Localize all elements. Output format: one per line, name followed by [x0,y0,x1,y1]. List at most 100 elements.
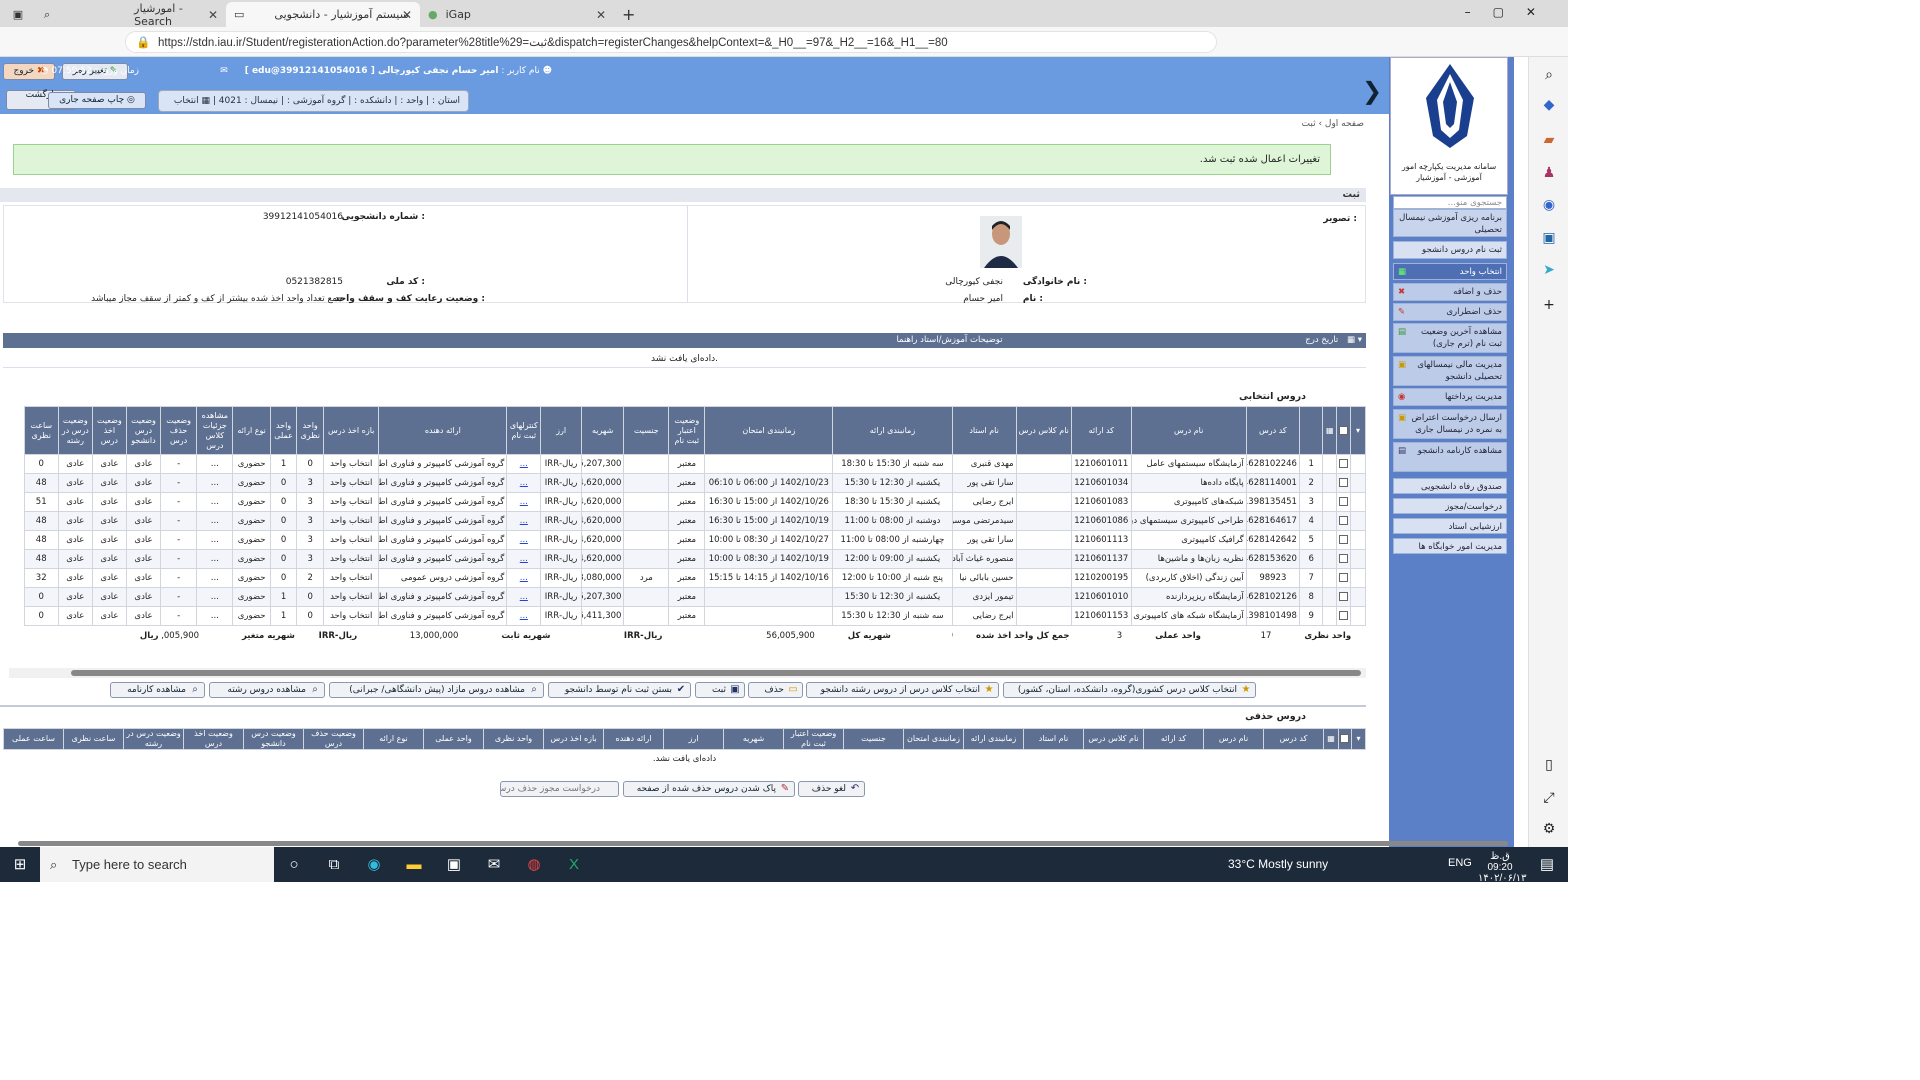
row-checkbox[interactable] [1336,606,1352,626]
mail-icon[interactable]: ✉ [482,853,506,877]
row-checkbox[interactable] [1336,511,1352,531]
column-header[interactable]: نام استاد [951,406,1017,455]
office-icon[interactable]: ◉ [1539,197,1559,217]
column-header[interactable]: وضعیت درس دانشجو [243,728,304,750]
column-header[interactable]: نام کلاس درس [1015,406,1072,455]
settings-icon[interactable]: ⚙ [1539,821,1559,841]
close-icon[interactable]: ✕ [596,8,606,22]
row-checkbox[interactable] [1336,549,1352,569]
dropdown-icon[interactable]: ▾ [1358,335,1362,345]
select-national-class-button[interactable]: ★ انتخاب کلاس درس کشوری(گروه، دانشکده، اس… [1003,682,1256,698]
table-row[interactable]: 7 98923 آیین زندگی (اخلاق کاربردی) 12102001… [9,568,1366,588]
column-header[interactable]: زمانبندی ارائه [832,406,953,455]
menu-search-input[interactable]: جستجوی منو... [1393,196,1507,209]
tag-icon[interactable]: ◆ [1539,97,1559,117]
column-header[interactable]: ارز [540,406,582,455]
column-header[interactable]: وضعیت اعتبار ثبت نام [783,728,844,750]
column-header[interactable]: بازه اخذ درس [543,728,604,750]
header-columns-icon[interactable]: ▦ [1323,728,1339,750]
tab-actions-icon[interactable]: ▣ [0,2,36,27]
store-icon[interactable]: ▣ [442,853,466,877]
clear-deleted-button[interactable]: ✎ پاک شدن دروس حذف شده از صفحه [623,781,795,797]
column-header[interactable]: کد ارائه [1143,728,1204,750]
header-dropdown[interactable]: ▾ [1351,728,1366,750]
column-header[interactable]: زمانبندی امتحان [903,728,964,750]
sidebar-item-select-units[interactable]: ▦ انتخاب واحد [1393,263,1507,280]
select-icon[interactable]: ▦ [202,96,211,106]
column-header[interactable]: واحد نظری [483,728,544,750]
page-scrollbar[interactable] [18,841,1508,846]
column-header[interactable]: وضعیت اخذ درس [183,728,244,750]
row-checkbox[interactable] [1336,454,1352,474]
column-header[interactable]: کد درس [1245,406,1300,455]
table-row[interactable]: 9 1398101498 آزمایشگاه شبکه های کامپیوتری 1… [9,606,1366,626]
sidebar-item-finance[interactable]: ▣ مدیریت مالی نیمسالهای تحصیلی دانشجو [1393,356,1507,386]
view-extra-courses-button[interactable]: ⌕ مشاهده دروس مازاد (پیش دانشگاهی/ جبرانی… [329,682,544,698]
table-cell[interactable]: ... [506,492,542,512]
search-icon[interactable]: ⌕ [1539,67,1559,87]
column-header[interactable]: ارائه دهنده [378,406,508,455]
tab-igap[interactable]: ● iGap ✕ [420,2,614,27]
sidebar-item-planning[interactable]: برنامه ریزی آموزشی نیمسال تحصیلی [1393,209,1507,237]
chevron-right-icon[interactable]: ❯ [1362,77,1382,105]
external-icon[interactable]: ⤢ [1539,790,1559,810]
sidebar-item-payments[interactable]: ◉ مدیریت پرداختها [1393,388,1507,406]
column-header[interactable]: زمانبندی ارائه [963,728,1024,750]
table-cell[interactable]: ... [506,568,542,588]
sidebar-item-welfare[interactable]: صندوق رفاه دانشجویی [1393,478,1507,494]
column-header[interactable]: نام استاد [1023,728,1084,750]
column-header[interactable]: وضعیت اخذ درس [91,406,127,455]
column-header[interactable]: وضعیت اعتبار ثبت نام [668,406,706,455]
notification-icon[interactable]: ▤ [1535,853,1559,877]
table-row[interactable]: 6 4628153620 نظریه زبان‌ها و ماشین‌ها 12106… [9,549,1366,569]
delete-button[interactable]: ▭ حذف [748,682,803,698]
view-field-courses-button[interactable]: ⌕ مشاهده دروس رشته [209,682,325,698]
chrome-icon[interactable]: ◍ [522,853,546,877]
column-header[interactable]: کد ارائه [1070,406,1132,455]
windows-icon[interactable]: ⊞ [8,853,32,877]
sidebar-item-last-status[interactable]: ▤ مشاهده آخرین وضعیت ثبت نام (ترم جاری) [1393,323,1507,353]
excel-icon[interactable]: X [562,853,586,877]
taskbar-search[interactable]: ⌕ Type here to search [40,847,274,882]
header-select-all[interactable] [1338,728,1352,750]
column-header[interactable]: ساعت نظری [23,406,59,455]
horizontal-scrollbar[interactable] [9,668,1366,678]
weather[interactable]: 33°C Mostly sunny [1228,857,1328,871]
column-header[interactable]: نام کلاس درس [1083,728,1144,750]
column-header[interactable]: بازه اخذ درس [322,406,380,455]
column-header[interactable]: واحد عملی [423,728,484,750]
sidebar-icon[interactable]: ▯ [1539,757,1559,777]
column-header[interactable]: واحد عملی [269,406,298,455]
row-checkbox[interactable] [1336,530,1352,550]
table-cell[interactable]: ... [506,530,542,550]
send-icon[interactable]: ➤ [1539,262,1559,282]
request-delete-permit-button[interactable]: درخواست مجوز حذف درس [500,781,619,797]
table-row[interactable]: 5 4628142642 گرافیک کامپیوتری 1210601113 سار… [9,530,1366,550]
header-select-all[interactable] [1336,406,1352,455]
table-cell[interactable]: ... [506,511,542,531]
table-row[interactable]: 8 4628102126 آزمایشگاه ریزپردازنده 12106010… [9,587,1366,607]
row-checkbox[interactable] [1336,568,1352,588]
games-icon[interactable]: ♟ [1539,165,1559,185]
edge-icon[interactable]: ◉ [362,853,386,877]
outlook-icon[interactable]: ▣ [1539,230,1559,250]
url-input[interactable]: 🔒 https://stdn.iau.ir/Student/registerati… [125,31,1217,53]
sidebar-item-registration[interactable]: ثبت نام دروس دانشجو [1393,241,1507,259]
column-header[interactable]: وضعیت حذف درس [303,728,364,750]
sidebar-item-objection[interactable]: ▣ ارسال درخواست اعتراض به نمره در نیمسال … [1393,409,1507,439]
column-header[interactable]: زمانبندی امتحان [704,406,834,455]
column-header[interactable]: ارائه دهنده [603,728,664,750]
new-tab-button[interactable]: + [614,2,644,27]
breadcrumb[interactable]: صفحه اول › ثبت [1302,119,1364,129]
sidebar-item-dormitory[interactable]: مدیریت امور خوابگاه ها [1393,538,1507,554]
column-header[interactable]: ساعت عملی [3,728,64,750]
column-header[interactable]: نام درس [1203,728,1264,750]
row-checkbox[interactable] [1336,492,1352,512]
select-field-class-button[interactable]: ★ انتخاب کلاس درس از دروس رشته دانشجو [806,682,999,698]
column-header[interactable]: نوع ارائه [363,728,424,750]
column-header[interactable]: مشاهده جزئیات کلاس درس [196,406,234,455]
column-header[interactable]: جنسیت [843,728,904,750]
close-registration-button[interactable]: ✔ بستن ثبت نام توسط دانشجو [548,682,691,698]
table-cell[interactable]: ... [506,549,542,569]
column-header[interactable]: کنترلهای ثبت نام [506,406,542,455]
